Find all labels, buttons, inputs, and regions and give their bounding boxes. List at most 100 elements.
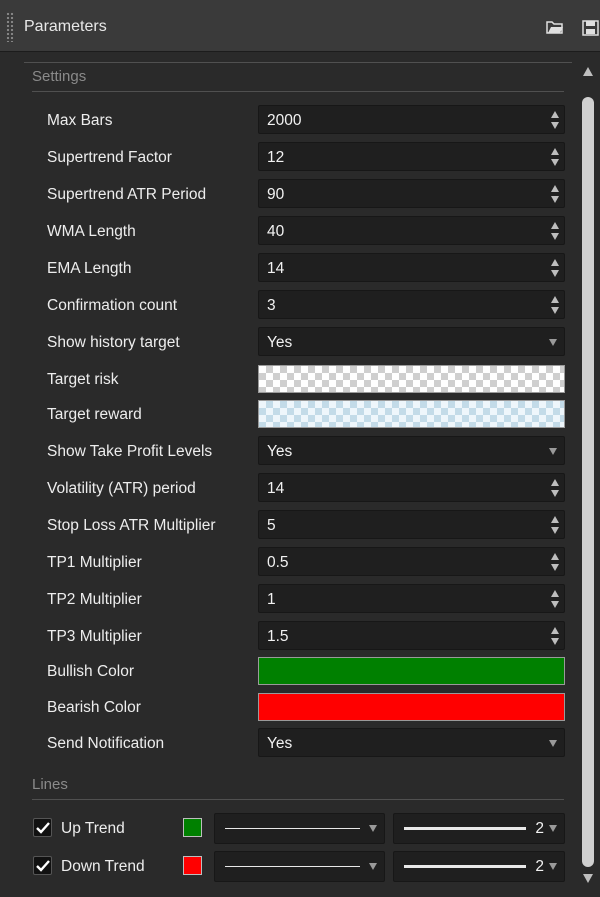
field-value: 14 [267,480,285,497]
lines-section-divider [32,799,564,800]
field-value: 1 [267,591,276,608]
save-icon[interactable] [582,20,600,36]
folder-open-icon[interactable] [546,20,564,34]
numeric-input[interactable]: 40 [258,216,565,245]
settings-section-header: Settings [32,68,87,85]
spinner-arrows-icon[interactable] [550,552,560,572]
setting-label: Confirmation count [47,297,178,314]
scroll-thumb[interactable] [582,97,594,867]
line-style-preview [225,828,360,829]
line-enabled-checkbox[interactable] [33,856,52,875]
spinner-arrows-icon[interactable] [550,589,560,609]
field-value: 5 [267,517,276,534]
numeric-input[interactable]: 1.5 [258,621,565,650]
setting-label: Show Take Profit Levels [47,443,213,460]
panel-title: Parameters [24,18,107,35]
spinner-arrows-icon[interactable] [550,184,560,204]
line-color-swatch[interactable] [183,856,202,875]
color-swatch[interactable] [258,693,565,721]
setting-label: Send Notification [47,735,165,752]
dropdown-select[interactable]: Yes [258,728,565,757]
line-thickness-value: 2 [535,858,544,875]
field-value: Yes [267,334,293,351]
setting-label: Show history target [47,334,180,351]
setting-label: TP3 Multiplier [47,628,142,645]
dropdown-select[interactable]: Yes [258,327,565,356]
dropdown-select[interactable]: Yes [258,436,565,465]
dropdown-arrow-icon[interactable] [369,825,377,832]
field-value: Yes [267,443,293,460]
line-thickness-preview [404,827,526,830]
line-style-dropdown[interactable] [214,813,385,844]
setting-label: Target reward [47,406,142,423]
line-thickness-preview [404,865,526,868]
field-value: 14 [267,260,285,277]
setting-label: Stop Loss ATR Multiplier [47,517,216,534]
section-top-divider [24,62,572,63]
line-label: Down Trend [61,858,145,875]
line-label: Up Trend [61,820,125,837]
numeric-input[interactable]: 0.5 [258,547,565,576]
numeric-input[interactable]: 1 [258,584,565,613]
line-style-dropdown[interactable] [214,851,385,882]
numeric-input[interactable]: 5 [258,510,565,539]
numeric-input[interactable]: 12 [258,142,565,171]
spinner-arrows-icon[interactable] [550,221,560,241]
field-value: 40 [267,223,285,240]
field-value: 2000 [267,112,302,129]
numeric-input[interactable]: 2000 [258,105,565,134]
checkmark-icon [36,822,50,834]
color-swatch[interactable] [258,400,565,428]
dropdown-arrow-icon[interactable] [549,825,557,832]
spinner-arrows-icon[interactable] [550,110,560,130]
numeric-input[interactable]: 14 [258,253,565,282]
setting-label: Bullish Color [47,663,135,680]
numeric-input[interactable]: 3 [258,290,565,319]
setting-label: EMA Length [47,260,132,277]
line-thickness-value: 2 [535,820,544,837]
scroll-down-arrow-icon[interactable] [583,874,593,883]
field-value: 12 [267,149,285,166]
line-thickness-dropdown[interactable]: 2 [393,813,565,844]
setting-label: TP2 Multiplier [47,591,142,608]
line-thickness-dropdown[interactable]: 2 [393,851,565,882]
color-swatch[interactable] [258,657,565,685]
spinner-arrows-icon[interactable] [550,626,560,646]
setting-label: Volatility (ATR) period [47,480,196,497]
dropdown-arrow-icon[interactable] [369,863,377,870]
line-enabled-checkbox[interactable] [33,818,52,837]
field-value: Yes [267,735,293,752]
field-value: 90 [267,186,285,203]
checkmark-icon [36,860,50,872]
setting-label: Bearish Color [47,699,141,716]
dropdown-arrow-icon[interactable] [549,448,557,455]
setting-label: Supertrend ATR Period [47,186,207,203]
spinner-arrows-icon[interactable] [550,147,560,167]
dropdown-arrow-icon[interactable] [549,863,557,870]
spinner-arrows-icon[interactable] [550,295,560,315]
field-value: 0.5 [267,554,289,571]
numeric-input[interactable]: 14 [258,473,565,502]
color-swatch[interactable] [258,365,565,393]
drag-grip-icon[interactable] [6,12,14,42]
spinner-arrows-icon[interactable] [550,478,560,498]
setting-label: TP1 Multiplier [47,554,142,571]
lines-section-header: Lines [32,776,68,793]
dropdown-arrow-icon[interactable] [549,740,557,747]
setting-label: Max Bars [47,112,113,129]
setting-label: Target risk [47,371,119,388]
setting-label: Supertrend Factor [47,149,172,166]
spinner-arrows-icon[interactable] [550,515,560,535]
dropdown-arrow-icon[interactable] [549,339,557,346]
scroll-up-arrow-icon[interactable] [583,67,593,76]
line-style-preview [225,866,360,867]
settings-section-divider [32,91,564,92]
field-value: 3 [267,297,276,314]
vertical-scrollbar[interactable] [578,52,600,897]
field-value: 1.5 [267,628,289,645]
setting-label: WMA Length [47,223,136,240]
spinner-arrows-icon[interactable] [550,258,560,278]
numeric-input[interactable]: 90 [258,179,565,208]
line-color-swatch[interactable] [183,818,202,837]
panel-titlebar: Parameters [0,0,600,52]
